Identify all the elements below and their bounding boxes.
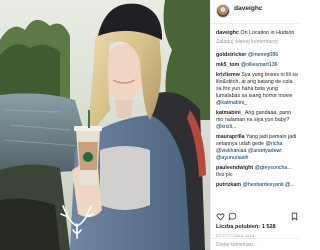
avatar[interactable] (216, 4, 230, 18)
add-comment-input[interactable]: Dodaj komentarz... (211, 238, 300, 250)
comment-username[interactable]: krizliemw (216, 72, 240, 78)
comment-item: mauraprilla Yang jadi pemain jadi setann… (216, 134, 299, 162)
comment-item: goldstricker @meneg086 (216, 52, 299, 59)
post-header: daveighc (211, 0, 300, 24)
comment-icon[interactable] (228, 212, 237, 221)
bookmark-icon[interactable] (290, 212, 299, 221)
likes-number: 1 528 (261, 224, 276, 230)
comment-username[interactable]: putrizkam (216, 182, 241, 188)
comment-item: krizliemw Sya yung boses ni lili sa lilo… (216, 72, 299, 107)
comment-username[interactable]: mauraprilla (216, 134, 245, 140)
comment-item: mk5_tom @olliesmart136 (216, 62, 299, 69)
photo-scene (0, 0, 210, 250)
likes-label: Liczba polubień: (216, 224, 261, 230)
load-more-comments[interactable]: Załaduj więcej komentarzy (216, 39, 299, 46)
comment-username[interactable]: pauleendwight (216, 165, 253, 171)
comment-mention[interactable]: @hestiardesyanti @... (243, 182, 295, 188)
comment-username[interactable]: katmabini_ (216, 110, 244, 116)
post-photo[interactable] (0, 0, 210, 250)
post-sidebar: daveighc daveighc On Location in Hudson … (210, 0, 300, 250)
comment-item: katmabini_ Ang gandaaa, pano mo nalaman … (216, 110, 299, 131)
caption-username[interactable]: daveighc (216, 30, 239, 36)
comment-item: pauleendwight @greysoncha... this pic (216, 165, 299, 179)
comment-mention[interactable]: @olliesmart136 (241, 62, 278, 68)
deer-antler-logo (60, 205, 94, 239)
post-username[interactable]: daveighc (234, 5, 263, 12)
post-actions (215, 212, 299, 222)
comments-list: daveighc On Location in Hudson Załaduj w… (216, 30, 299, 208)
caption: daveighc On Location in Hudson (216, 30, 299, 37)
comment-username[interactable]: goldstricker (216, 52, 246, 58)
comment-mention[interactable]: @katmabini_ (216, 100, 247, 106)
comment-item: putrizkam @hestiardesyanti @... (216, 182, 299, 189)
comment-mention[interactable]: @meneg086 (248, 52, 278, 58)
likes-count[interactable]: Liczba polubień: 1 528 (216, 224, 276, 230)
comment-mention[interactable]: @krizli... (216, 124, 236, 130)
comment-username[interactable]: mk5_tom (216, 62, 239, 68)
heart-icon[interactable] (216, 212, 225, 221)
caption-text: On Location in Hudson (240, 30, 295, 36)
